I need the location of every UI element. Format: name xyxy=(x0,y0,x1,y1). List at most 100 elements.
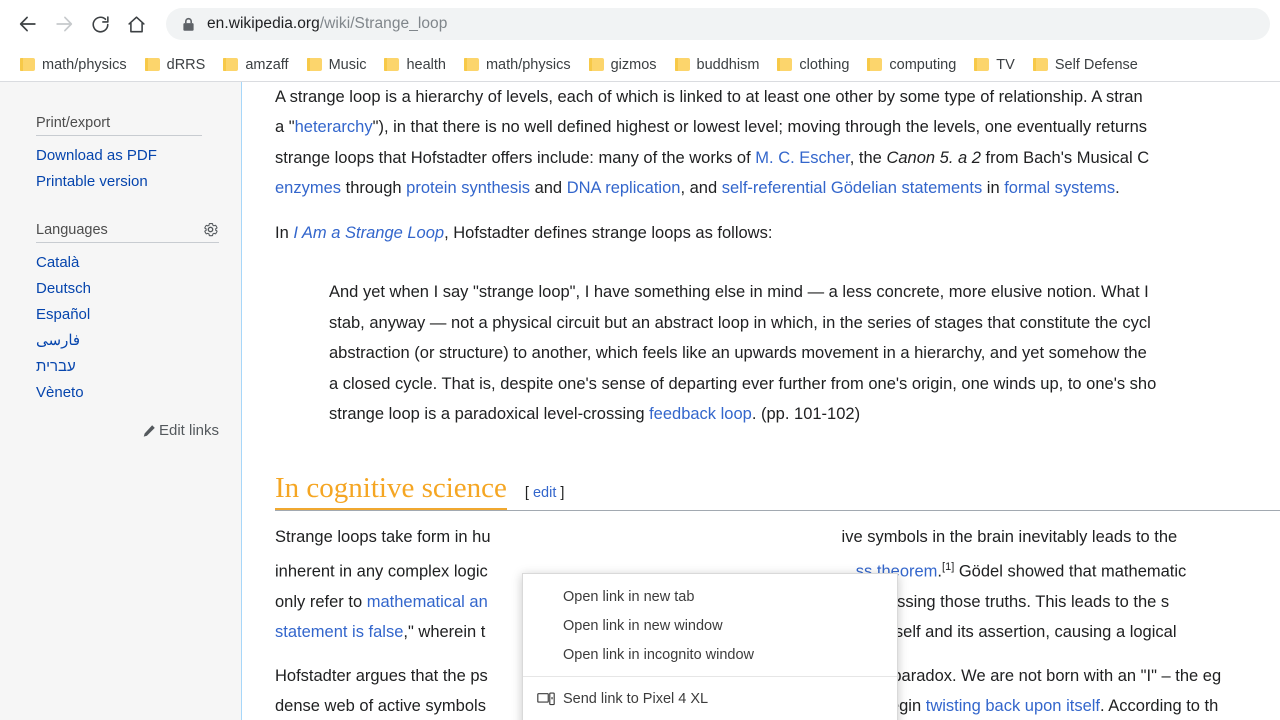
browser-toolbar: en.wikipedia.org/wiki/Strange_loop xyxy=(0,0,1280,48)
forward-arrow-icon xyxy=(53,13,75,35)
bookmark-label: health xyxy=(406,56,446,73)
sidebar-heading-languages: Languages xyxy=(36,221,219,243)
folder-icon xyxy=(20,58,35,71)
folder-icon xyxy=(1032,58,1048,71)
bookmark-buddhism[interactable]: buddhism xyxy=(667,52,768,78)
link-twisting-back-upon-itself[interactable]: twisting back upon itself xyxy=(926,697,1100,715)
paragraph-line: enzymes through protein synthesis and DN… xyxy=(275,173,1280,203)
sidebar-language-espanol[interactable]: Español xyxy=(36,302,241,328)
pencil-icon xyxy=(142,424,156,438)
bookmark-label: buddhism xyxy=(696,56,760,73)
context-menu-item-open-link-in-new-window[interactable]: Open link in new window xyxy=(523,611,897,640)
forward-button[interactable] xyxy=(46,6,82,42)
link-this-statement-is-false[interactable]: statement is false xyxy=(275,623,403,641)
text-fragment: , the xyxy=(849,148,887,167)
link-mc-escher[interactable]: M. C. Escher xyxy=(755,149,849,167)
sidebar-language-veneto[interactable]: Vèneto xyxy=(36,380,241,406)
link-enzymes[interactable]: enzymes xyxy=(275,179,341,197)
sidebar-link-download-as-pdf[interactable]: Download as PDF xyxy=(36,143,241,169)
bookmark-gizmos[interactable]: gizmos xyxy=(581,52,665,78)
sidebar-languages-label: Languages xyxy=(36,221,108,238)
bookmark-computing[interactable]: computing xyxy=(859,52,964,78)
web-page: Print/export Download as PDF Printable v… xyxy=(0,82,1280,720)
context-menu-item-send-link-to-device[interactable]: Send link to Pixel 4 XL xyxy=(523,684,897,713)
address-bar[interactable]: en.wikipedia.org/wiki/Strange_loop xyxy=(166,8,1270,40)
sidebar-language-catala[interactable]: Català xyxy=(36,250,241,276)
sidebar-language-hebrew[interactable]: עברית xyxy=(36,354,241,380)
home-button[interactable] xyxy=(118,6,154,42)
link-heterarchy[interactable]: heterarchy xyxy=(295,118,373,136)
folder-icon xyxy=(144,58,160,71)
paragraph-definition: A strange loop is a hierarchy of levels,… xyxy=(275,82,1280,204)
context-menu: Open link in new tab Open link in new wi… xyxy=(522,573,898,720)
folder-icon xyxy=(463,58,479,71)
text-fragment: . According to th xyxy=(1100,697,1219,716)
paragraph-line: Strange loops take form in hu ive symbols… xyxy=(275,522,1280,552)
address-bar-path: /wiki/Strange_loop xyxy=(319,15,448,32)
link-self-referential-godelian-statements[interactable]: self-referential Gödelian statements xyxy=(722,179,982,197)
gear-icon[interactable] xyxy=(202,221,219,238)
context-menu-item-open-link-in-new-tab[interactable]: Open link in new tab xyxy=(523,582,897,611)
text-fragment: "), in that there is no well defined hig… xyxy=(372,118,1148,137)
text-fragment: in xyxy=(982,179,1005,198)
sidebar-language-farsi[interactable]: فارسی xyxy=(36,328,241,354)
quote-line: a closed cycle. That is, despite one's s… xyxy=(329,374,1157,393)
bookmark-clothing[interactable]: clothing xyxy=(769,52,857,78)
link-feedback-loop[interactable]: feedback loop xyxy=(649,405,752,423)
bookmark-label: math/physics xyxy=(485,56,571,73)
context-menu-item-label: Open link in new tab xyxy=(563,588,695,605)
link-formal-systems[interactable]: formal systems xyxy=(1004,179,1115,197)
text-fragment: inherent in any complex logic xyxy=(275,562,488,581)
link-protein-synthesis[interactable]: protein synthesis xyxy=(406,179,530,197)
bookmark-label: Music xyxy=(328,56,367,73)
paragraph-line: strange loops that Hofstadter offers inc… xyxy=(275,143,1280,173)
folder-icon xyxy=(588,58,604,71)
section-heading-row: In cognitive science [ edit ] xyxy=(275,473,1280,510)
sidebar-link-printable-version[interactable]: Printable version xyxy=(36,169,241,195)
bookmark-self-defense[interactable]: Self Defense xyxy=(1025,52,1146,78)
text-fragment: Gödel showed that mathematic xyxy=(954,562,1187,581)
context-menu-item-label: Send link to Pixel 4 XL xyxy=(563,690,709,707)
bookmark-tv[interactable]: TV xyxy=(966,52,1023,78)
section-edit-link: [ edit ] xyxy=(525,485,565,501)
text-fragment: through xyxy=(341,179,407,198)
reload-button[interactable] xyxy=(82,6,118,42)
bookmark-math-physics-2[interactable]: math/physics xyxy=(456,52,579,78)
bookmark-math-physics-1[interactable]: math/physics xyxy=(12,52,135,78)
edit-link[interactable]: edit xyxy=(533,485,556,501)
sidebar-heading-print-export: Print/export xyxy=(36,115,202,136)
context-menu-item-label: Open link in new window xyxy=(563,617,723,634)
edit-links-label: Edit links xyxy=(158,422,219,439)
text-fragment: Hofstadter argues that the ps xyxy=(275,666,488,685)
reference-marker[interactable]: [1] xyxy=(942,561,954,573)
link-dna-replication[interactable]: DNA replication xyxy=(567,179,681,197)
bookmark-health[interactable]: health xyxy=(376,52,454,78)
bookmark-label: math/physics xyxy=(42,56,127,73)
bookmark-music[interactable]: Music xyxy=(299,52,375,78)
quote-line: stab, anyway — not a physical circuit bu… xyxy=(329,313,1151,332)
link-i-am-a-strange-loop[interactable]: I Am a Strange Loop xyxy=(293,224,444,242)
folder-icon xyxy=(867,58,883,71)
bookmark-amzaff[interactable]: amzaff xyxy=(215,52,296,78)
sidebar-language-deutsch[interactable]: Deutsch xyxy=(36,276,241,302)
lock-icon[interactable] xyxy=(182,17,195,32)
italic-canon: Canon 5. a 2 xyxy=(886,148,981,167)
section-heading-rule xyxy=(275,509,1280,511)
quote-line: And yet when I say "strange loop", I hav… xyxy=(329,283,1149,302)
wiki-sidebar: Print/export Download as PDF Printable v… xyxy=(0,82,242,720)
link-mathematical-analysis[interactable]: mathematical an xyxy=(367,593,488,611)
text-fragment: and xyxy=(530,179,567,198)
sidebar-clipped-item[interactable] xyxy=(36,82,241,88)
folder-icon xyxy=(306,58,322,71)
context-menu-item-open-link-in-incognito-window[interactable]: Open link in incognito window xyxy=(523,640,897,669)
edit-links-button[interactable]: Edit links xyxy=(36,422,219,439)
reload-icon xyxy=(90,14,111,35)
page-section-title[interactable]: In cognitive science xyxy=(275,473,507,510)
text-fragment: from Bach's Musical C xyxy=(980,148,1150,167)
browser-chrome: en.wikipedia.org/wiki/Strange_loop math/… xyxy=(0,0,1280,82)
text-fragment: only refer to xyxy=(275,592,367,611)
bookmark-drrs[interactable]: dRRS xyxy=(137,52,214,78)
back-button[interactable] xyxy=(10,6,46,42)
folder-icon xyxy=(674,58,690,71)
text-fragment: , Hofstadter defines strange loops as fo… xyxy=(444,223,773,242)
